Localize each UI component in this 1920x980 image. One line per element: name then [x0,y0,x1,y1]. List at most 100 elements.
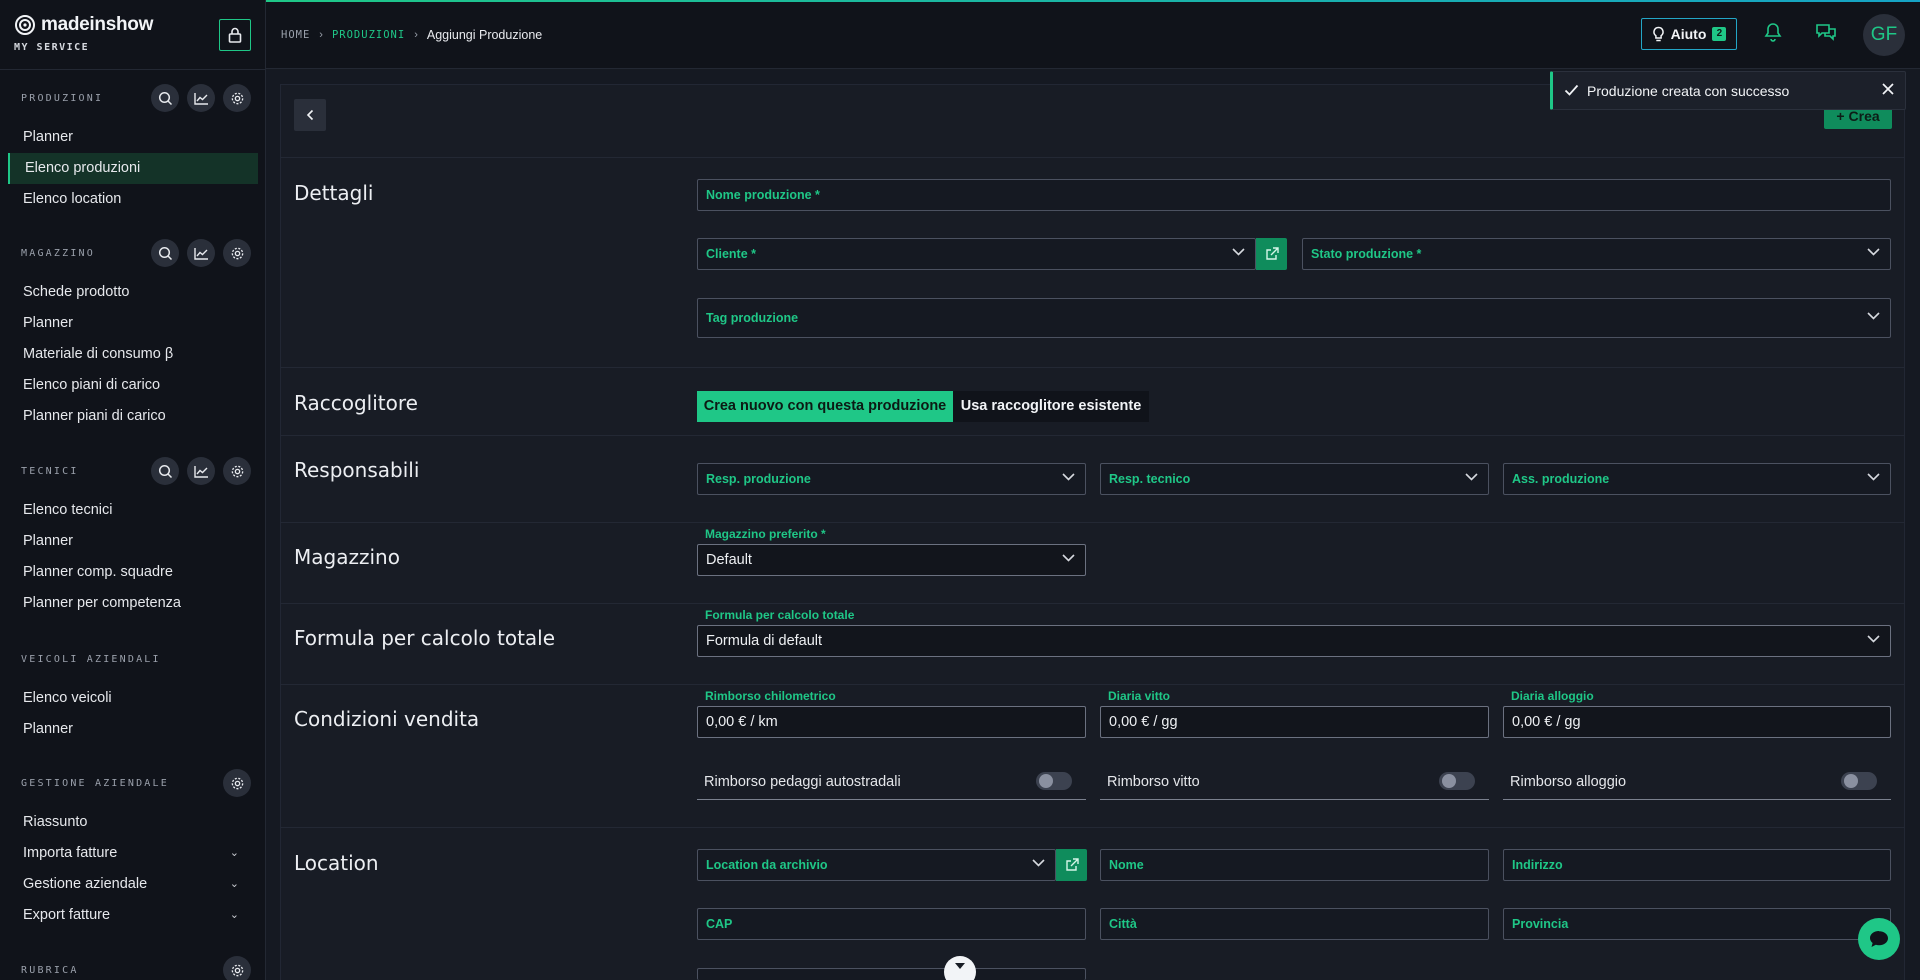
divider [280,684,1905,685]
location-stato-input[interactable] [697,968,1086,980]
brand[interactable]: madeinshow MY SERVICE [14,14,153,53]
open-location-button[interactable] [1056,849,1087,881]
sidebar-item-riassunto[interactable]: Riassunto [0,807,266,838]
raccoglitore-new-option[interactable]: Crea nuovo con questa produzione [697,391,953,422]
bell-icon[interactable] [1764,22,1782,42]
sidebar-item-planner-competenza[interactable]: Planner per competenza [0,588,266,619]
magazzino-select[interactable]: Default [697,544,1086,576]
section-magazzino-title: Magazzino [294,545,400,569]
search-icon [158,91,173,106]
location-indirizzo-input[interactable]: Indirizzo [1503,849,1891,881]
resp-tecnico-select[interactable]: Resp. tecnico [1100,463,1489,495]
sidebar-item-elenco-produzioni[interactable]: Elenco produzioni [8,153,258,184]
diaria-alloggio-input[interactable]: 0,00 € / gg [1503,706,1891,738]
sidebar-item-gestione-aziendale[interactable]: Gestione aziendale ⌄ [0,869,266,900]
stats-button[interactable] [187,84,215,112]
search-button[interactable] [151,84,179,112]
sidebar-item-planner[interactable]: Planner [0,526,266,557]
sidebar-item-planner[interactable]: Planner [0,122,266,153]
sidebar-section-gestione: GESTIONE AZIENDALE Riassunto Importa fat… [0,769,266,931]
sidebar-item-materiale-consumo[interactable]: Materiale di consumo β [0,339,266,370]
divider [280,367,1905,368]
sidebar-item-export-fatture[interactable]: Export fatture ⌄ [0,900,266,931]
sidebar-item-importa-fatture[interactable]: Importa fatture ⌄ [0,838,266,869]
support-chat-button[interactable] [1858,918,1900,960]
stats-button[interactable] [187,239,215,267]
sidebar-item-planner[interactable]: Planner [0,714,266,745]
sidebar-item-schede-prodotto[interactable]: Schede prodotto [0,277,266,308]
avatar[interactable]: GF [1863,14,1905,56]
field-placeholder: Location da archivio [706,858,828,872]
scroll-down-button[interactable] [944,956,976,980]
section-title: TECNICI [21,466,79,477]
settings-button[interactable] [223,956,251,980]
search-button[interactable] [151,239,179,267]
sidebar-section-produzioni: PRODUZIONI Planner Elenco produzioni Ele… [0,84,266,215]
alloggio-toggle[interactable] [1841,772,1877,790]
rimborso-km-input[interactable]: 0,00 € / km [697,706,1086,738]
toggle-knob [1844,774,1858,788]
settings-button[interactable] [223,457,251,485]
raccoglitore-existing-option[interactable]: Usa raccoglitore esistente [953,391,1149,422]
rimborso-km-value: 0,00 € / km [706,714,778,730]
external-link-icon [1065,858,1079,872]
sidebar-item-planner-comp-squadre[interactable]: Planner comp. squadre [0,557,266,588]
settings-button[interactable] [223,84,251,112]
help-button[interactable]: Aiuto 2 [1641,18,1737,50]
breadcrumb-home[interactable]: HOME [281,29,310,41]
settings-button[interactable] [223,239,251,267]
field-placeholder: Resp. produzione [706,472,811,486]
tag-produzione-select[interactable]: Tag produzione [697,298,1891,338]
toggle-row-alloggio: Rimborso alloggio [1503,764,1891,800]
sidebar-item-elenco-piani-carico[interactable]: Elenco piani di carico [0,370,266,401]
resp-produzione-select[interactable]: Resp. produzione [697,463,1086,495]
section-condizioni-title: Condizioni vendita [294,707,480,731]
close-icon[interactable] [1881,82,1895,96]
settings-button[interactable] [223,769,251,797]
search-button[interactable] [151,457,179,485]
lock-button[interactable] [219,19,251,51]
sidebar-item-elenco-veicoli[interactable]: Elenco veicoli [0,683,266,714]
cliente-select[interactable]: Cliente * [697,238,1256,270]
section-title: VEICOLI AZIENDALI [21,654,161,665]
sidebar-item-elenco-location[interactable]: Elenco location [0,184,266,215]
location-citta-input[interactable]: Città [1100,908,1489,940]
diaria-vitto-input[interactable]: 0,00 € / gg [1100,706,1489,738]
open-cliente-button[interactable] [1256,238,1287,270]
plus-icon: + [1836,108,1845,124]
lightbulb-icon [1652,26,1665,43]
gear-icon [230,464,245,479]
gear-icon [230,246,245,261]
location-provincia-input[interactable]: Provincia [1503,908,1891,940]
sidebar-item-elenco-tecnici[interactable]: Elenco tecnici [0,495,266,526]
diaria-alloggio-value: 0,00 € / gg [1512,714,1581,730]
chevron-down-icon [1032,859,1045,867]
stats-button[interactable] [187,457,215,485]
formula-select[interactable]: Formula di default [697,625,1891,657]
chevron-down-icon [1465,473,1478,481]
chart-trend-icon [193,465,209,478]
stato-produzione-select[interactable]: Stato produzione * [1302,238,1891,270]
breadcrumb-produzioni[interactable]: PRODUZIONI [332,29,405,41]
sidebar-item-planner[interactable]: Planner [0,308,266,339]
create-label: Crea [1848,108,1880,124]
field-placeholder: Cliente * [706,247,757,261]
toggle-label: Rimborso pedaggi autostradali [704,774,901,790]
location-cap-input[interactable]: CAP [697,908,1086,940]
vitto-toggle[interactable] [1439,772,1475,790]
progress-bar [266,0,1920,2]
chevron-down-icon [1062,473,1075,481]
ass-produzione-select[interactable]: Ass. produzione [1503,463,1891,495]
nome-produzione-input[interactable]: Nome produzione * [697,179,1891,211]
location-nome-input[interactable]: Nome [1100,849,1489,881]
external-link-icon [1265,247,1279,261]
field-placeholder: Tag produzione [706,311,799,325]
chevron-down-icon [1232,248,1245,256]
chevron-left-icon [306,109,315,121]
sidebar-item-planner-piani-carico[interactable]: Planner piani di carico [0,401,266,432]
chat-icon[interactable] [1815,22,1837,42]
pedaggi-toggle[interactable] [1036,772,1072,790]
chart-trend-icon [193,247,209,260]
back-button[interactable] [294,99,326,131]
location-archivio-select[interactable]: Location da archivio [697,849,1056,881]
